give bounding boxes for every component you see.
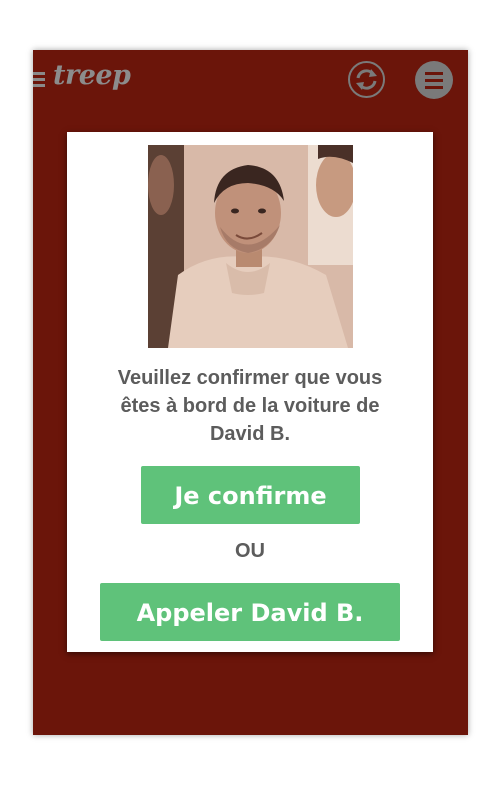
top-bar: treep (33, 50, 468, 110)
app-screen: treep Veuillez confirmer que vous êtes à… (33, 50, 468, 735)
menu-circle-icon[interactable] (415, 61, 453, 99)
confirmation-message: Veuillez confirmer que vous êtes à bord … (117, 367, 383, 445)
sync-icon[interactable] (348, 61, 385, 98)
or-separator: OU (235, 540, 265, 562)
confirmation-dialog: Veuillez confirmer que vous êtes à bord … (67, 132, 433, 652)
hamburger-icon[interactable] (33, 72, 45, 88)
app-logo: treep (53, 60, 131, 91)
confirm-button[interactable]: Je confirme (141, 466, 360, 524)
call-driver-button[interactable]: Appeler David B. (100, 583, 400, 641)
driver-photo (148, 145, 353, 348)
